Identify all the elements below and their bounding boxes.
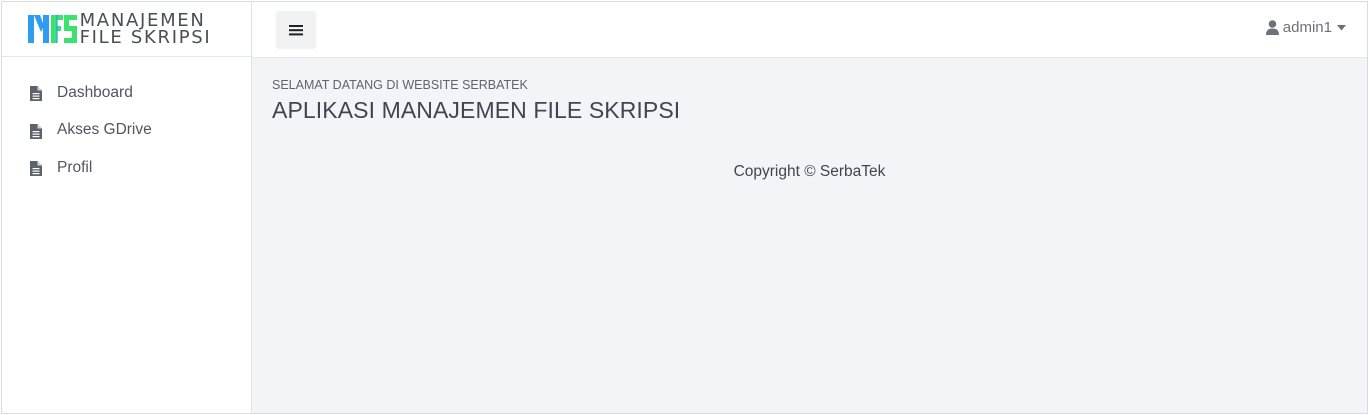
copyright-text: Copyright © SerbaTek <box>733 163 886 180</box>
user-menu[interactable]: admin1 <box>1265 19 1346 36</box>
topbar: admin1 <box>252 2 1367 58</box>
app-frame: MANAJEMEN FILE SKRIPSI Dashboard Akses G… <box>1 1 1368 414</box>
file-icon <box>30 123 42 139</box>
sidebar: MANAJEMEN FILE SKRIPSI Dashboard Akses G… <box>2 2 252 413</box>
sidebar-item-label: Profil <box>57 158 93 176</box>
sidebar-item-label: Dashboard <box>57 83 133 101</box>
sidebar-nav: Dashboard Akses GDrive Profil <box>2 57 251 194</box>
brand-line-2: FILE SKRIPSI <box>79 27 212 48</box>
logo-icon <box>27 15 77 43</box>
user-name: admin1 <box>1282 19 1332 36</box>
user-icon <box>1265 20 1279 35</box>
hamburger-icon <box>289 25 303 36</box>
page-subtitle: SELAMAT DATANG DI WEBSITE SERBATEK <box>272 78 528 92</box>
sidebar-toggle-button[interactable] <box>276 11 316 49</box>
brand[interactable]: MANAJEMEN FILE SKRIPSI <box>2 2 251 57</box>
file-icon <box>30 161 42 177</box>
caret-down-icon <box>1337 24 1346 30</box>
main-content: SELAMAT DATANG DI WEBSITE SERBATEK APLIK… <box>272 78 1352 124</box>
file-icon <box>30 86 42 102</box>
sidebar-item-label: Akses GDrive <box>57 121 152 139</box>
sidebar-item-profil[interactable]: Profil <box>2 144 251 194</box>
brand-text: MANAJEMEN FILE SKRIPSI <box>79 12 212 48</box>
page-title: APLIKASI MANAJEMEN FILE SKRIPSI <box>272 97 681 123</box>
